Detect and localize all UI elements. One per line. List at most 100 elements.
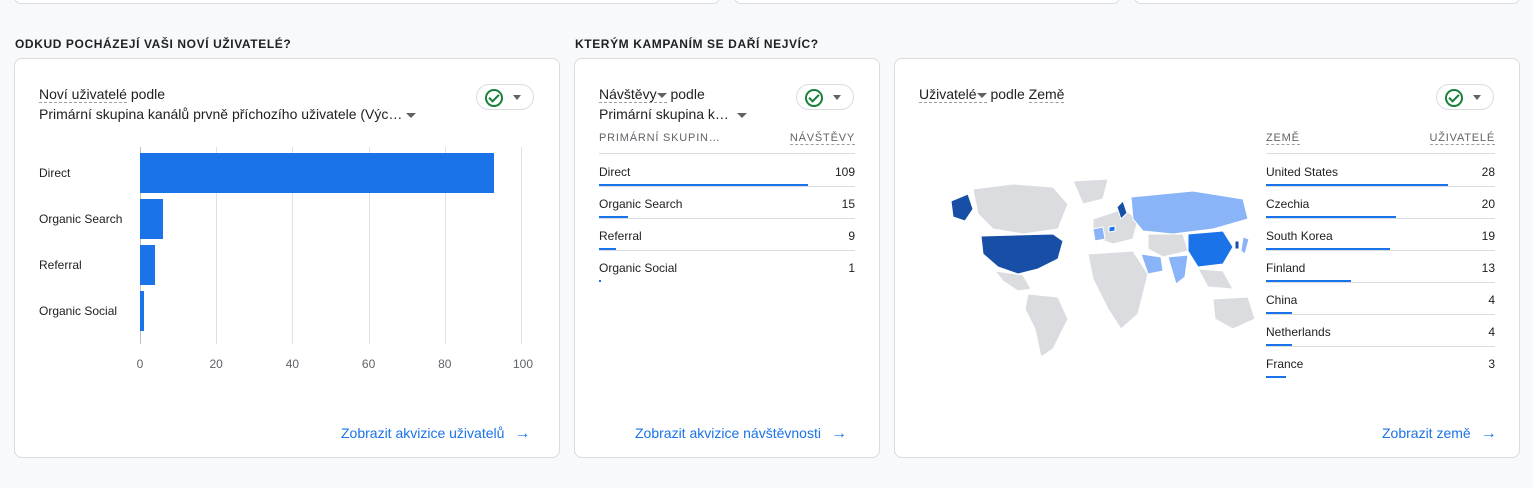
country-card: Uživatelé podle Země ZEMĚ UŽIVATELÉ Zobr… (894, 58, 1520, 458)
table-row-divider (1266, 346, 1495, 347)
bar-referral[interactable] (140, 245, 156, 285)
table-row-divider (599, 218, 855, 219)
column-header-users[interactable]: UŽIVATELÉ (1429, 132, 1495, 145)
section-title-campaigns: KTERÝM KAMPANÍM SE DAŘÍ NEJVÍC? (575, 37, 819, 51)
metric-label: Uživatelé (919, 86, 977, 102)
table-row-divider (1266, 186, 1495, 187)
table-row-divider (1266, 314, 1495, 315)
table-row-value: 109 (834, 165, 855, 179)
table-row-divider (1266, 250, 1495, 251)
top-card-2 (734, 0, 1120, 4)
map-mexico (993, 270, 1032, 292)
chevron-down-icon (656, 92, 667, 98)
gridline (521, 147, 522, 344)
comparison-button[interactable] (796, 84, 854, 110)
table-row-label[interactable]: South Korea (1266, 229, 1333, 243)
view-user-acquisition-link[interactable]: Zobrazit akvizice uživatelů → (341, 425, 530, 443)
row-proportion-bar (599, 280, 601, 282)
x-tick-label: 20 (209, 357, 223, 371)
map-central-asia (1147, 233, 1189, 258)
chevron-down-icon (833, 95, 841, 100)
table-row-value: 28 (1481, 165, 1495, 179)
dimension-selector[interactable]: Primární skupina k… (599, 104, 747, 124)
table-row-divider (1266, 218, 1495, 219)
column-header-sessions[interactable]: NÁVŠTĚVY (789, 132, 855, 145)
map-australia (1212, 296, 1256, 330)
chevron-down-icon (736, 112, 747, 118)
channel-bar-chart: 0 20 40 60 80 100 Direct Organic Search Referral… (15, 59, 561, 389)
metric-label: Návštěvy (599, 86, 657, 102)
map-netherlands-france (1092, 226, 1106, 242)
metric-selector[interactable]: Návštěvy (599, 86, 667, 103)
bar-organic-search[interactable] (140, 199, 163, 239)
table-row-value: 1 (848, 261, 855, 275)
map-se-asia (1197, 268, 1234, 290)
table-row-label[interactable]: Finland (1266, 261, 1305, 275)
table-row-label[interactable]: United States (1266, 165, 1338, 179)
map-czechia (1108, 225, 1116, 233)
table-row-label[interactable]: China (1266, 293, 1297, 307)
table-row-label[interactable]: Direct (599, 165, 630, 179)
dimension-label[interactable]: Země (1028, 86, 1065, 103)
x-tick-label: 100 (513, 357, 534, 371)
category-label: Organic Search (39, 212, 123, 226)
chevron-down-icon (976, 92, 987, 98)
x-tick-label: 60 (361, 357, 376, 371)
category-label: Referral (39, 258, 82, 272)
bar-direct[interactable] (140, 153, 495, 193)
card3-title: Uživatelé podle Země (919, 84, 1065, 104)
table-row-label[interactable]: Organic Search (599, 197, 682, 211)
table-row-label[interactable]: France (1266, 357, 1303, 371)
section-title-new-users: ODKUD POCHÁZEJÍ VAŠI NOVÍ UŽIVATELÉ? (15, 37, 292, 51)
table-row-label[interactable]: Czechia (1266, 197, 1309, 211)
x-tick-label: 80 (438, 357, 452, 371)
category-label: Organic Social (39, 304, 118, 318)
by-label: podle (990, 86, 1025, 102)
map-india (1167, 254, 1189, 285)
table-row-divider (1266, 282, 1495, 283)
chevron-down-icon (1473, 95, 1481, 100)
arrow-right-icon: → (830, 425, 847, 442)
table-row-divider (599, 186, 855, 187)
link-label: Zobrazit země (1382, 425, 1471, 441)
arrow-right-icon: → (1480, 425, 1497, 442)
table-header-divider (599, 153, 855, 154)
link-label: Zobrazit akvizice návštěvnosti (635, 425, 821, 441)
view-traffic-acquisition-link[interactable]: Zobrazit akvizice návštěvnosti → (635, 425, 847, 443)
category-label: Direct (39, 166, 71, 180)
world-map (950, 179, 1256, 358)
map-china (1187, 230, 1234, 268)
dimension-label: Primární skupina k… (599, 106, 729, 122)
card2-title: Návštěvy podle (599, 84, 705, 104)
table-row-value: 9 (848, 229, 855, 243)
x-tick-label: 0 (136, 357, 144, 371)
comparison-button[interactable] (1436, 84, 1494, 110)
arrow-right-icon: → (514, 425, 531, 442)
check-circle-icon (1445, 89, 1463, 107)
column-header-channel[interactable]: PRIMÁRNÍ SKUPIN… (599, 132, 721, 144)
table-header-divider (1266, 153, 1495, 154)
by-label: podle (670, 86, 705, 102)
map-greenland (1072, 179, 1109, 205)
map-canada (972, 183, 1069, 235)
map-russia (1130, 190, 1249, 235)
table-row-label[interactable]: Organic Social (599, 261, 677, 275)
table-row-value: 13 (1481, 261, 1495, 275)
map-alaska (950, 193, 974, 222)
row-proportion-bar (1266, 376, 1286, 378)
link-label: Zobrazit akvizice uživatelů (341, 425, 505, 441)
column-header-country[interactable]: ZEMĚ (1266, 132, 1300, 145)
table-row-label[interactable]: Netherlands (1266, 325, 1331, 339)
bar-organic-social[interactable] (140, 291, 144, 331)
map-korea (1234, 240, 1240, 250)
table-row-value: 3 (1488, 357, 1495, 371)
check-circle-icon (805, 89, 823, 107)
table-row-label[interactable]: Referral (599, 229, 642, 243)
map-usa (980, 233, 1064, 275)
table-row-value: 4 (1488, 293, 1495, 307)
view-countries-link[interactable]: Zobrazit země → (1382, 425, 1497, 443)
sessions-card: Návštěvy podle Primární skupina k… PRIMÁ… (574, 58, 880, 458)
map-japan (1240, 236, 1250, 255)
metric-selector[interactable]: Uživatelé (919, 86, 987, 103)
x-tick-label: 40 (285, 357, 300, 371)
